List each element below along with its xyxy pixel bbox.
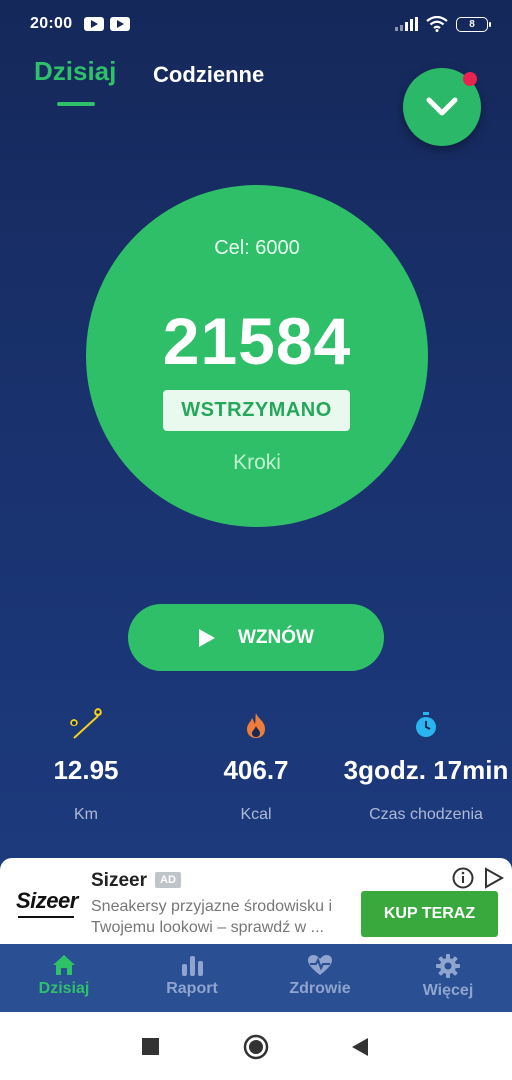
stopwatch-icon [416,712,436,737]
system-nav-bar [0,1012,512,1080]
recents-button[interactable] [142,1038,159,1060]
walking-time-stat: 3godz. 17min Czas chodzenia [341,705,511,824]
youtube-icon [84,17,105,31]
active-tab-indicator [57,102,95,106]
dropdown-fab-button[interactable] [403,68,481,146]
resume-label: WZNÓW [238,626,314,648]
calories-stat: 406.7 Kcal [171,705,341,824]
ad-info-icon[interactable] [452,866,506,890]
distance-stat: 12.95 Km [1,705,171,824]
map-pins-icon [70,708,102,739]
step-goal-circle: Cel: 6000 21584 WSTRZYMANO Kroki [86,185,428,527]
tab-daily[interactable]: Codzienne [153,62,264,88]
ad-badge: AD [155,872,181,888]
status-time: 20:00 [30,15,73,32]
battery-icon: 8 [456,16,491,32]
ad-title: Sizeer [91,870,147,891]
home-icon [53,955,75,975]
battery-level: 8 [469,18,475,30]
nav-label-report: Raport [166,980,218,997]
nav-label-more: Więcej [422,982,474,999]
back-button[interactable] [351,1037,369,1062]
nav-label-today: Dzisiaj [38,980,90,997]
status-bar: 20:00 8 [0,0,512,48]
bar-chart-icon [182,956,203,976]
ad-logo: Sizeer [16,888,78,913]
resume-button[interactable]: WZNÓW [128,604,384,671]
youtube-icon [110,17,131,31]
goal-label: Cel: 6000 [214,237,300,259]
nav-label-health: Zdrowie [289,980,351,997]
step-count: 21584 [162,304,352,378]
heart-pulse-icon [308,955,332,975]
calories-label: Kcal [240,806,272,823]
steps-unit-label: Kroki [233,451,281,474]
paused-status-badge: WSTRZYMANO [163,390,350,431]
walking-time-label: Czas chodzenia [369,806,483,823]
distance-label: Km [74,806,98,823]
back-triangle-icon [352,1038,368,1056]
tab-today[interactable]: Dzisiaj [34,56,116,87]
signal-icon [395,17,418,31]
home-system-button[interactable] [243,1034,269,1065]
ad-banner[interactable]: Sizeer Sizeer AD Sneakersy przyjazne śro… [0,858,512,944]
notification-dot [463,72,477,86]
chevron-down-icon [426,97,458,116]
gear-icon [436,954,460,978]
nav-item-health[interactable]: Zdrowie [256,944,384,1012]
ad-cta-button[interactable]: KUP TERAZ [361,891,498,937]
wifi-icon [426,16,448,32]
ad-logo-underline [18,916,74,918]
walking-time-value: 3godz. 17min [343,755,509,785]
nav-item-report[interactable]: Raport [128,944,256,1012]
square-icon [142,1038,159,1055]
play-icon [199,628,215,647]
calories-value: 406.7 [223,755,289,785]
circle-icon [243,1034,269,1060]
ad-info-controls[interactable] [452,866,506,895]
nav-item-more[interactable]: Więcej [384,944,512,1012]
distance-value: 12.95 [53,755,119,785]
ad-text: Sneakersy przyjazne środowisku i Twojemu… [91,898,332,936]
flame-icon [247,713,265,738]
nav-item-today[interactable]: Dzisiaj [0,944,128,1012]
bottom-nav: Dzisiaj Raport Zdrowie Więcej [0,944,512,1012]
